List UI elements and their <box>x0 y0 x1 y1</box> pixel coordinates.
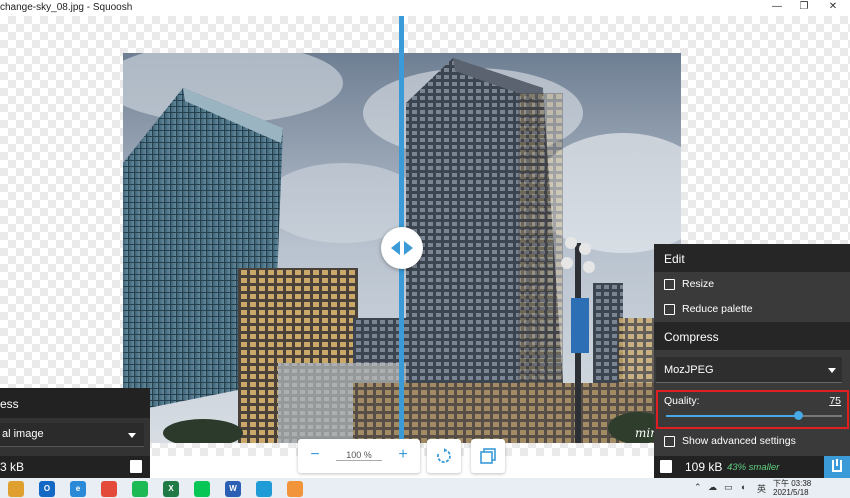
left-section-title: ess <box>0 397 19 411</box>
word-icon[interactable]: W <box>225 481 241 497</box>
reduce-palette-label: Reduce palette <box>682 303 753 315</box>
left-codec-value: al image <box>2 428 44 440</box>
advanced-settings-checkbox[interactable] <box>664 436 675 447</box>
quality-value[interactable]: 75 <box>829 395 841 407</box>
outlook-icon[interactable]: O <box>39 481 55 497</box>
left-codec-select[interactable]: al image <box>0 423 144 447</box>
clock-time: 下午 03:38 <box>773 479 812 488</box>
quality-label: Quality: <box>664 395 700 407</box>
zoom-in-button[interactable]: + <box>386 439 420 473</box>
download-icon[interactable] <box>660 460 672 473</box>
advanced-settings-label: Show advanced settings <box>682 435 796 447</box>
save-button[interactable] <box>824 456 850 478</box>
arrow-left-icon <box>391 241 400 255</box>
taskbar: Oe X W ⌃ ☁ ▭ ◖ 英 下午 03:38 2021/5/18 <box>0 478 850 498</box>
chevron-down-icon <box>128 433 136 438</box>
edit-title: Edit <box>664 252 685 266</box>
compare-slider-handle[interactable] <box>381 227 423 269</box>
zoom-toolbar: − 100 % + <box>298 439 420 473</box>
compress-title: Compress <box>664 330 719 344</box>
rotate-icon <box>437 448 451 463</box>
left-options-panel: ess al image <box>0 388 150 456</box>
chevron-up-icon[interactable]: ⌃ <box>694 482 702 493</box>
left-file-size: 3 kB <box>0 460 25 474</box>
arrow-right-icon <box>404 241 413 255</box>
files-app-icon[interactable] <box>8 481 24 497</box>
resize-label: Resize <box>682 278 715 290</box>
codec-select[interactable]: MozJPEG <box>656 357 842 383</box>
compress-section-header: Compress <box>654 322 850 350</box>
rotate-button[interactable] <box>427 439 461 473</box>
line-icon[interactable] <box>194 481 210 497</box>
volume-icon[interactable]: ◖ <box>740 482 745 492</box>
save-icon <box>832 459 842 472</box>
left-compress-header: ess <box>0 388 150 418</box>
right-options-panel: Edit Resize Reduce palette Compress MozJ… <box>654 244 850 456</box>
restore-button[interactable]: ❐ <box>797 1 811 12</box>
quality-control: Quality: 75 <box>656 390 849 429</box>
edge-icon[interactable] <box>256 481 272 497</box>
reduce-palette-checkbox[interactable] <box>664 304 675 315</box>
battery-icon[interactable]: ▭ <box>724 482 733 493</box>
ime-indicator[interactable]: 英 <box>757 482 766 495</box>
cloud-icon[interactable]: ☁ <box>708 482 717 493</box>
codec-value: MozJPEG <box>664 364 714 376</box>
window-title: change-sky_08.jpg - Squoosh <box>0 2 133 13</box>
size-reduction-text: 43% smaller <box>727 462 780 473</box>
left-results-bar: 3 kB <box>0 456 150 478</box>
quality-slider-fill <box>666 415 798 417</box>
chevron-down-icon <box>828 368 836 373</box>
right-file-size: 109 kB <box>685 460 723 474</box>
title-bar: change-sky_08.jpg - Squoosh — ❐ ✕ <box>0 0 850 16</box>
minimize-button[interactable]: — <box>770 1 784 12</box>
squoosh-icon[interactable] <box>287 481 303 497</box>
zoom-level-input[interactable]: 100 % <box>336 450 382 461</box>
zoom-out-button[interactable]: − <box>298 439 332 473</box>
quality-slider-thumb[interactable] <box>794 411 803 420</box>
background-toggle-icon <box>480 448 496 464</box>
quality-slider[interactable] <box>666 411 842 420</box>
system-clock[interactable]: 下午 03:38 2021/5/18 <box>773 479 811 497</box>
excel-icon[interactable]: X <box>163 481 179 497</box>
resize-checkbox[interactable] <box>664 279 675 290</box>
right-results-bar: 109 kB 43% smaller <box>654 456 850 478</box>
clock-date: 2021/5/18 <box>773 488 809 497</box>
close-button[interactable]: ✕ <box>826 1 840 12</box>
edit-section-header: Edit <box>654 244 850 272</box>
chrome-icon[interactable] <box>101 481 117 497</box>
spotify-icon[interactable] <box>132 481 148 497</box>
ie-icon[interactable]: e <box>70 481 86 497</box>
background-toggle-button[interactable] <box>471 439 505 473</box>
download-icon[interactable] <box>130 460 142 473</box>
